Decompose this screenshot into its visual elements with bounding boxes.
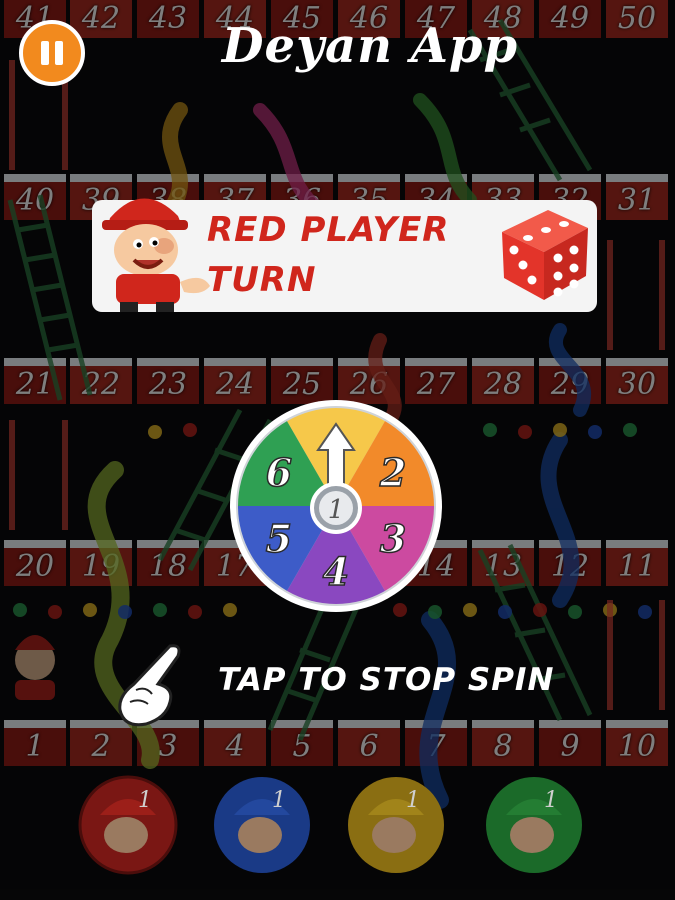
pause-icon: [38, 41, 66, 65]
spinner-segment-label: 2: [379, 450, 406, 495]
yellow-player-token: 1: [348, 777, 444, 873]
spinner-segment-label: 3: [380, 516, 406, 561]
token-label: 1: [406, 788, 420, 813]
token-label: 1: [272, 788, 286, 813]
pointing-hand-icon: [118, 644, 181, 727]
token-label: 1: [544, 788, 558, 813]
turn-label-text: TURN: [207, 260, 317, 300]
tap-hint-text: TAP TO STOP SPIN: [218, 662, 555, 698]
spinner-center-value: 1: [328, 495, 345, 525]
spinner-segment-label: 5: [266, 516, 292, 561]
pause-button[interactable]: [19, 20, 85, 86]
spinner-wheel[interactable]: 2 345 6 1: [228, 398, 444, 614]
dice-icon[interactable]: [488, 198, 598, 308]
app-title: Deyan App: [221, 18, 519, 74]
blue-player-token: 1: [214, 777, 310, 873]
red-player-avatar: [102, 198, 210, 312]
green-player-token: 1: [486, 777, 582, 873]
spinner-segment-label: 4: [323, 549, 349, 594]
spinner-segment-label: 6: [266, 450, 292, 495]
turn-player-text: RED PLAYER: [207, 210, 450, 250]
token-label: 1: [138, 788, 152, 813]
red-player-token: 1: [78, 775, 178, 875]
